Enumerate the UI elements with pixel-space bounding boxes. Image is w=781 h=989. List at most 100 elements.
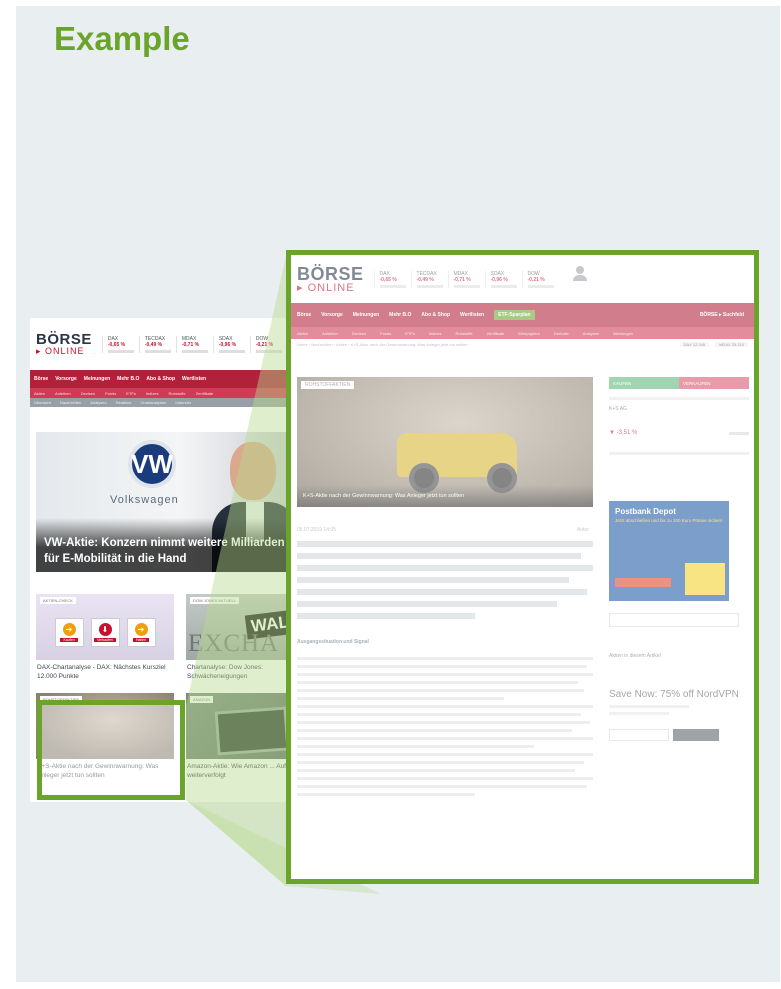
subnav-item[interactable]: Meinungen <box>613 331 633 336</box>
subnav-item[interactable]: Fonds <box>380 331 391 336</box>
text-line <box>297 657 593 660</box>
price-row: ▼ -3,51 % <box>609 430 749 436</box>
nav-item[interactable]: Vorsorge <box>321 312 343 318</box>
subnav-item[interactable]: Zertifikate <box>196 391 214 396</box>
subnav-item[interactable]: DAX 12.345 <box>679 341 710 347</box>
ticker-item[interactable]: MDAX -0,71 % <box>447 270 485 288</box>
vote-hold-icon: ➔ Halten <box>126 617 156 647</box>
text-line <box>297 665 588 668</box>
ticker-item[interactable]: DOW -0,21 % <box>521 270 559 288</box>
nav-item[interactable]: Wertlisten <box>460 312 484 318</box>
mini-tickers: DAX 12.345 MDAX 25.210 <box>679 341 748 347</box>
ticker-sparkline <box>144 349 171 353</box>
text-line <box>297 737 593 740</box>
subnav-item[interactable]: Nachrichten <box>60 400 81 405</box>
subnav-item[interactable]: ETFs <box>405 331 415 336</box>
nav-item[interactable]: Mehr B.O <box>389 312 411 318</box>
subnav-item[interactable]: Derivate <box>554 331 569 336</box>
trade-tab[interactable]: VERKAUFEN <box>679 377 749 389</box>
teaser-caption[interactable]: Amazon-Aktie: Wie Amazon ... Aufwärtstre… <box>186 759 298 785</box>
subnav-item[interactable]: Devisen <box>81 391 95 396</box>
text-line <box>297 565 593 571</box>
stock-name: K+S AG <box>609 406 627 412</box>
nav-item[interactable]: Abo & Shop <box>421 312 450 318</box>
slide-title: Example <box>54 20 190 57</box>
sub-nav-secondary: Übersicht Nachrichten Analysen Realtime Char… <box>30 398 298 407</box>
box-title: Aktien in diesem Artikel <box>609 653 661 659</box>
nav-item[interactable]: ETF-Sparplan <box>494 310 535 320</box>
nav-item[interactable]: Mehr B.O <box>117 376 139 382</box>
ticker-item[interactable]: DAX -0,65 % <box>373 270 411 288</box>
text-line <box>297 753 593 756</box>
subnav-item[interactable]: Anleihen <box>322 331 338 336</box>
vpn-email-input[interactable] <box>609 729 669 741</box>
teaser-image: AKTIEN-CHECK ➔ Kaufen ⬇ Verkaufen ➔ Halt… <box>36 594 174 660</box>
sidebar: KAUFEN VERKAUFEN K+S AG ▼ -3,51 % Postban… <box>609 377 749 741</box>
teaser-caption[interactable]: Chartanalyse: Dow Jones: Schwächeneigung… <box>186 660 298 686</box>
subnav-item[interactable]: Anleihen <box>55 391 71 396</box>
ticker-value: -0,65 % <box>107 341 126 348</box>
subnav-item[interactable]: Rohstoffe <box>456 331 473 336</box>
ticker-item[interactable]: TECDAX -0,49 % <box>138 335 176 353</box>
nav-item[interactable]: Vorsorge <box>55 376 77 382</box>
nav-item[interactable]: Börse <box>297 312 311 318</box>
ticker-value: -0,96 % <box>218 341 237 348</box>
borse-online-logo[interactable]: BÖRSE ▸ ONLINE <box>297 265 364 294</box>
nav-item[interactable]: Börse <box>34 376 48 382</box>
postbank-ad[interactable]: Postbank Depot Jetzt abschließen und bis… <box>609 501 729 601</box>
teaser-dow[interactable]: DOW JONES AKTUELL WALL EXCHA Chartanalys… <box>186 594 298 686</box>
subnav-item[interactable]: Realtime <box>116 400 132 405</box>
nav-item[interactable]: Abo & Shop <box>146 376 175 382</box>
subnav-item[interactable]: Rohstoffe <box>169 391 186 396</box>
subnav-item[interactable]: Übersicht <box>34 400 51 405</box>
subnav-item[interactable]: Aktien <box>34 391 45 396</box>
subnav-item[interactable]: Wertpapiere <box>518 331 540 336</box>
teaser-dax[interactable]: AKTIEN-CHECK ➔ Kaufen ⬇ Verkaufen ➔ Halt… <box>36 594 174 686</box>
subnav-item[interactable]: Analysen <box>90 400 106 405</box>
subnav-item[interactable]: ETFs <box>126 391 136 396</box>
ticker-sparkline <box>218 349 245 353</box>
vpn-ad[interactable]: Save Now: 75% off NordVPN <box>609 689 749 741</box>
ticker-item[interactable]: MDAX -0,71 % <box>175 335 213 353</box>
ticker-item[interactable]: DAX -0,65 % <box>101 335 139 353</box>
ticker-value: -0,71 % <box>181 341 200 348</box>
nav-item[interactable]: Wertlisten <box>182 376 206 382</box>
vpn-open-button[interactable] <box>673 729 719 741</box>
subnav-item[interactable]: Devisen <box>352 331 366 336</box>
user-icon[interactable] <box>569 266 591 292</box>
ticker-item[interactable]: DOW -0,21 % <box>249 335 287 353</box>
ticker-item[interactable]: SDAX -0,96 % <box>484 270 522 288</box>
search-input[interactable] <box>609 613 739 627</box>
sub-nav: Aktien Anleihen Devisen Fonds ETFs Indizes Roh… <box>30 388 298 398</box>
teaser-amazon[interactable]: AMAZON Amazon-Aktie: Wie Amazon ... Aufw… <box>186 693 298 785</box>
ticker-value: -0,49 % <box>144 341 163 348</box>
subnav-item[interactable]: Kalender <box>175 400 191 405</box>
subnav-item[interactable]: Fonds <box>105 391 116 396</box>
article-hero-image: ROHSTOFFAKTIEN K+S-Aktie nach der Gewinn… <box>297 377 593 507</box>
hero-headline[interactable]: VW-Aktie: Konzern nimmt weitere Milliard… <box>36 518 298 572</box>
vote-buy-icon: ➔ Kaufen <box>54 617 84 647</box>
nav-item[interactable]: Meinungen <box>84 376 110 382</box>
subnav-item[interactable]: Indizes <box>429 331 442 336</box>
hero-teaser-vw[interactable]: VW Volkswagen VW-Aktie: Konzern nimmt we… <box>36 432 298 572</box>
text-line <box>297 721 591 724</box>
article-subhead: Ausgangssituation und Signal <box>297 639 369 645</box>
nav-item[interactable]: Meinungen <box>353 312 379 318</box>
subnav-item[interactable]: Zertifikate <box>487 331 505 336</box>
ad-cta-button[interactable] <box>615 578 671 587</box>
ticker-item[interactable]: SDAX -0,96 % <box>212 335 250 353</box>
subnav-item[interactable]: Aktien <box>297 331 308 336</box>
subnav-item[interactable]: MDAX 25.210 <box>715 341 748 347</box>
subnav-item[interactable]: Chartanalysen <box>141 400 167 405</box>
borse-online-logo[interactable]: BÖRSE ▸ ONLINE <box>36 332 92 356</box>
small-page-header: BÖRSE ▸ ONLINE DAX -0,65 % TECDAX -0,49 % MD… <box>30 318 298 370</box>
ticker-item[interactable]: TECDAX -0,49 % <box>410 270 448 288</box>
nav-search-label[interactable]: BÖRSE ▸ Suchfeld <box>700 312 744 318</box>
trade-tab[interactable]: KAUFEN <box>609 377 679 389</box>
teaser-caption[interactable]: DAX-Chartanalyse - DAX: Nächstes Kurszie… <box>36 660 174 686</box>
subnav-item[interactable]: Indizes <box>146 391 159 396</box>
subnav-item[interactable]: Analysen <box>583 331 599 336</box>
text-line <box>297 729 573 732</box>
ad-logo <box>685 563 725 595</box>
text-line <box>297 613 475 619</box>
